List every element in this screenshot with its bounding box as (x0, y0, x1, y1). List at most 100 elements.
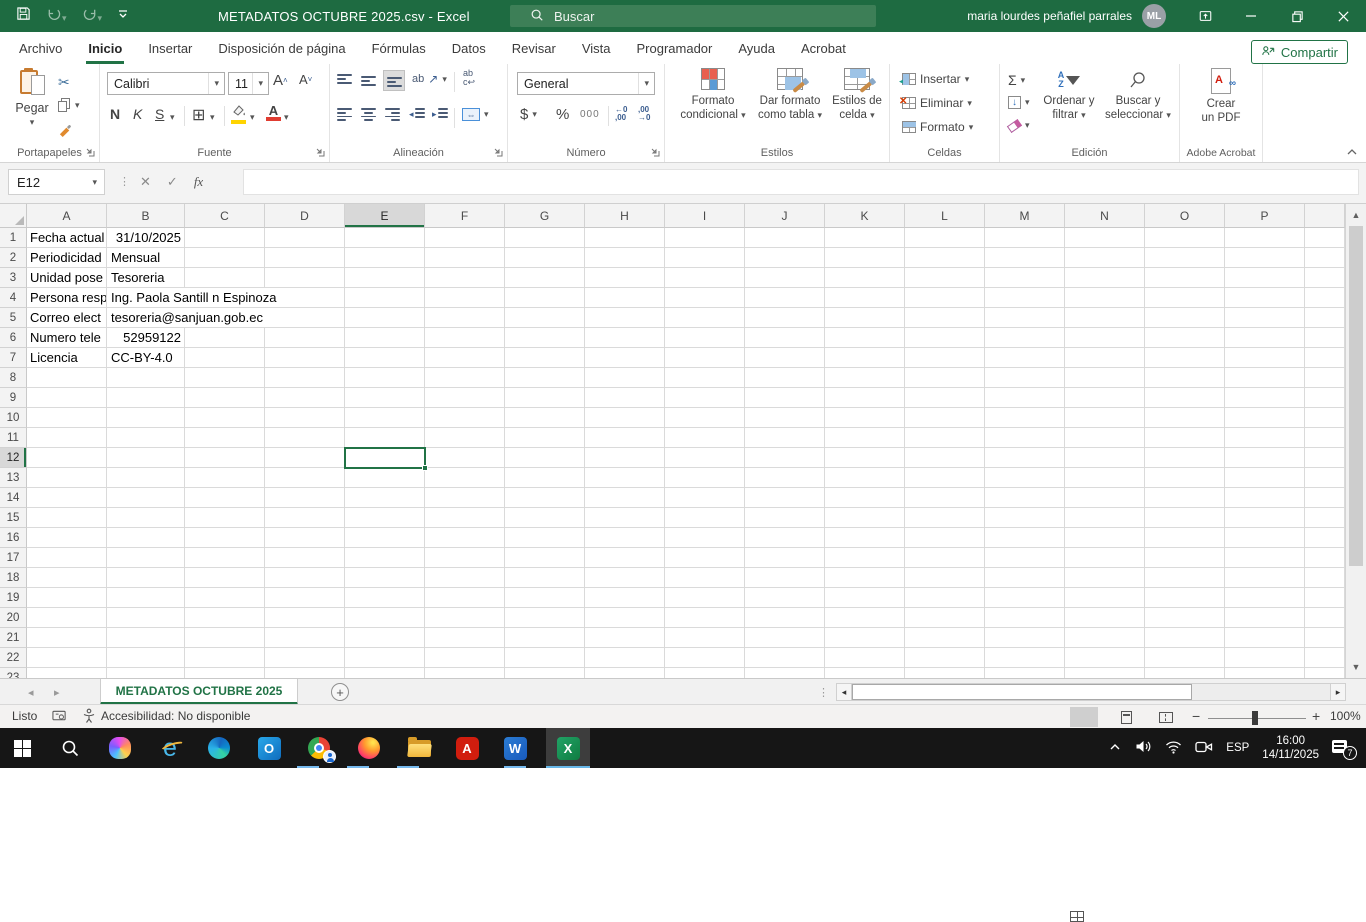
clear-button[interactable]: ▾ (1008, 120, 1030, 131)
cell-A18[interactable] (27, 568, 107, 588)
cell-F19[interactable] (425, 588, 505, 608)
align-center-icon[interactable] (361, 108, 376, 121)
column-header-F[interactable]: F (425, 204, 505, 228)
cell-P14[interactable] (1225, 488, 1305, 508)
cell-H2[interactable] (585, 248, 665, 268)
zoom-slider-thumb[interactable] (1252, 711, 1258, 725)
cell-N8[interactable] (1065, 368, 1145, 388)
minimize-button[interactable] (1228, 0, 1274, 32)
cell-O12[interactable] (1145, 448, 1225, 468)
column-header-I[interactable]: I (665, 204, 745, 228)
cell-J14[interactable] (745, 488, 825, 508)
cell-O4[interactable] (1145, 288, 1225, 308)
column-header-L[interactable]: L (905, 204, 985, 228)
cell-N11[interactable] (1065, 428, 1145, 448)
scrollbar-splitter[interactable]: ⋮ (818, 679, 829, 705)
cell-K18[interactable] (825, 568, 905, 588)
cell-D5[interactable] (265, 308, 345, 328)
cell-M9[interactable] (985, 388, 1065, 408)
row-header-2[interactable]: 2 (0, 248, 27, 268)
cell-C13[interactable] (185, 468, 265, 488)
cell-E9[interactable] (345, 388, 425, 408)
cell-D10[interactable] (265, 408, 345, 428)
sheet-tab-active[interactable]: METADATOS OCTUBRE 2025 (100, 679, 298, 705)
cell-E6[interactable] (345, 328, 425, 348)
cell-F12[interactable] (425, 448, 505, 468)
cell-N14[interactable] (1065, 488, 1145, 508)
cell-P9[interactable] (1225, 388, 1305, 408)
cell-E23[interactable] (345, 668, 425, 678)
cell-F17[interactable] (425, 548, 505, 568)
cell-C21[interactable] (185, 628, 265, 648)
cell-K3[interactable] (825, 268, 905, 288)
paste-button[interactable]: Pegar ▾ (6, 68, 58, 129)
avatar[interactable]: ML (1142, 4, 1166, 28)
cell-N22[interactable] (1065, 648, 1145, 668)
volume-icon[interactable] (1135, 739, 1152, 757)
cell-partial-1[interactable] (1305, 228, 1345, 248)
cell-E2[interactable] (345, 248, 425, 268)
cell-J17[interactable] (745, 548, 825, 568)
cell-E5[interactable] (345, 308, 425, 328)
language-indicator[interactable]: ESP (1226, 742, 1249, 754)
copy-button[interactable]: ▾ (58, 98, 80, 112)
column-header-D[interactable]: D (265, 204, 345, 228)
insert-cells-button[interactable]: ◂ Insertar▾ (902, 72, 969, 86)
cell-H3[interactable] (585, 268, 665, 288)
cell-I6[interactable] (665, 328, 745, 348)
cell-F23[interactable] (425, 668, 505, 678)
undo-icon[interactable]: ▾ (46, 6, 67, 26)
italic-button[interactable]: K (133, 106, 142, 122)
cell-P18[interactable] (1225, 568, 1305, 588)
cell-J9[interactable] (745, 388, 825, 408)
underline-button[interactable]: S (155, 106, 164, 122)
cell-G15[interactable] (505, 508, 585, 528)
comma-style-button[interactable]: 000 (580, 109, 600, 120)
cell-C6[interactable] (185, 328, 265, 348)
cell-B6[interactable]: 52959122 (107, 328, 185, 348)
cell-L9[interactable] (905, 388, 985, 408)
cell-J11[interactable] (745, 428, 825, 448)
cell-M16[interactable] (985, 528, 1065, 548)
cell-B17[interactable] (107, 548, 185, 568)
decrease-font-icon[interactable]: A˅ (299, 72, 312, 87)
cell-F10[interactable] (425, 408, 505, 428)
wifi-icon[interactable] (1165, 740, 1182, 757)
cell-styles-button[interactable]: Estilos decelda ▾ (828, 68, 886, 122)
cell-B8[interactable] (107, 368, 185, 388)
cell-A22[interactable] (27, 648, 107, 668)
cell-A13[interactable] (27, 468, 107, 488)
cell-N17[interactable] (1065, 548, 1145, 568)
cell-C8[interactable] (185, 368, 265, 388)
cell-I4[interactable] (665, 288, 745, 308)
save-icon[interactable] (16, 6, 31, 26)
cell-C3[interactable] (185, 268, 265, 288)
cell-C9[interactable] (185, 388, 265, 408)
cell-D21[interactable] (265, 628, 345, 648)
cell-H5[interactable] (585, 308, 665, 328)
cell-H17[interactable] (585, 548, 665, 568)
cell-H10[interactable] (585, 408, 665, 428)
cell-K12[interactable] (825, 448, 905, 468)
cell-L4[interactable] (905, 288, 985, 308)
cell-L6[interactable] (905, 328, 985, 348)
cell-N9[interactable] (1065, 388, 1145, 408)
cell-D15[interactable] (265, 508, 345, 528)
cell-partial-10[interactable] (1305, 408, 1345, 428)
cancel-icon[interactable]: ✕ (140, 174, 151, 190)
cell-G9[interactable] (505, 388, 585, 408)
cell-J15[interactable] (745, 508, 825, 528)
cell-O8[interactable] (1145, 368, 1225, 388)
column-header-J[interactable]: J (745, 204, 825, 228)
cell-P5[interactable] (1225, 308, 1305, 328)
cell-K13[interactable] (825, 468, 905, 488)
select-all-corner[interactable] (0, 204, 27, 228)
cell-M23[interactable] (985, 668, 1065, 678)
column-header-K[interactable]: K (825, 204, 905, 228)
cell-D13[interactable] (265, 468, 345, 488)
view-page-break-button[interactable] (1152, 707, 1180, 727)
row-header-11[interactable]: 11 (0, 428, 27, 448)
cell-G8[interactable] (505, 368, 585, 388)
cell-H11[interactable] (585, 428, 665, 448)
tab-inicio[interactable]: Inicio (75, 32, 135, 64)
